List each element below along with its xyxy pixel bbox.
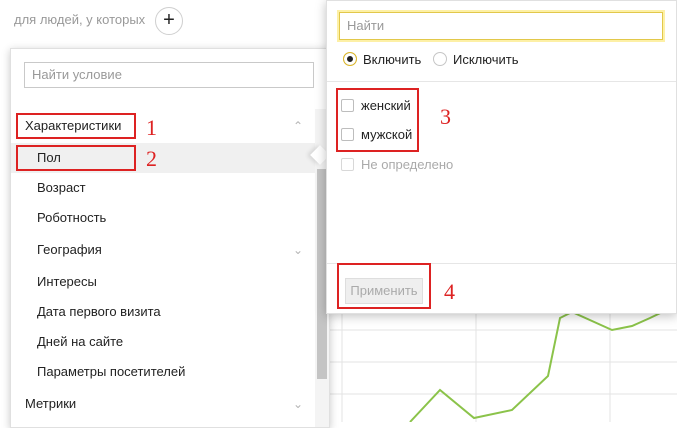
- annotation-number-3: 3: [440, 104, 451, 129]
- annotation-number-4: 4: [444, 279, 455, 304]
- value-search-input[interactable]: Найти: [339, 12, 663, 40]
- chevron-up-icon: ⌃: [292, 119, 304, 133]
- chevron-down-icon: ⌄: [292, 397, 304, 411]
- annotation-number-1: 1: [146, 115, 157, 140]
- condition-first-visit-date-label: Дата первого визита: [37, 304, 161, 319]
- condition-visitor-params-label: Параметры посетителей: [37, 364, 186, 379]
- popup-divider-top: [327, 81, 676, 82]
- include-label[interactable]: Включить: [363, 51, 421, 69]
- condition-visitor-params[interactable]: Параметры посетителей: [11, 357, 315, 387]
- condition-search-input[interactable]: Найти условие: [24, 62, 314, 88]
- condition-days-on-site-label: Дней на сайте: [37, 334, 124, 349]
- condition-robotness-label: Роботность: [37, 210, 107, 225]
- group-metrics-label: Метрики: [25, 396, 77, 411]
- exclude-radio[interactable]: [433, 52, 447, 66]
- option-undefined-label: Не определено: [361, 157, 454, 172]
- exclude-label[interactable]: Исключить: [453, 51, 519, 69]
- condition-panel: Найти условие Характеристики ⌃ Пол Возра…: [10, 48, 330, 428]
- condition-interests[interactable]: Интересы: [11, 267, 315, 297]
- chart-series-line: [409, 304, 677, 422]
- condition-age[interactable]: Возраст: [11, 173, 315, 203]
- condition-days-on-site[interactable]: Дней на сайте: [11, 327, 315, 357]
- condition-age-label: Возраст: [37, 180, 86, 195]
- option-undefined-checkbox: [341, 158, 354, 171]
- condition-robotness[interactable]: Роботность: [11, 203, 315, 233]
- annotation-box-4: [337, 263, 431, 309]
- include-radio[interactable]: [343, 52, 357, 66]
- condition-geography[interactable]: География ⌄: [11, 235, 315, 265]
- chevron-down-icon: ⌄: [292, 243, 304, 257]
- add-condition-button[interactable]: +: [155, 7, 183, 35]
- condition-geography-label: География: [37, 242, 102, 257]
- group-metrics[interactable]: Метрики ⌄: [11, 389, 315, 419]
- condition-first-visit-date[interactable]: Дата первого визита: [11, 297, 315, 327]
- segment-prefix-text: для людей, у которых: [14, 12, 146, 27]
- annotation-box-1: [16, 113, 136, 139]
- annotation-number-2: 2: [146, 146, 157, 171]
- annotation-box-3: [336, 88, 419, 152]
- condition-interests-label: Интересы: [37, 274, 97, 289]
- annotation-box-2: [16, 145, 136, 171]
